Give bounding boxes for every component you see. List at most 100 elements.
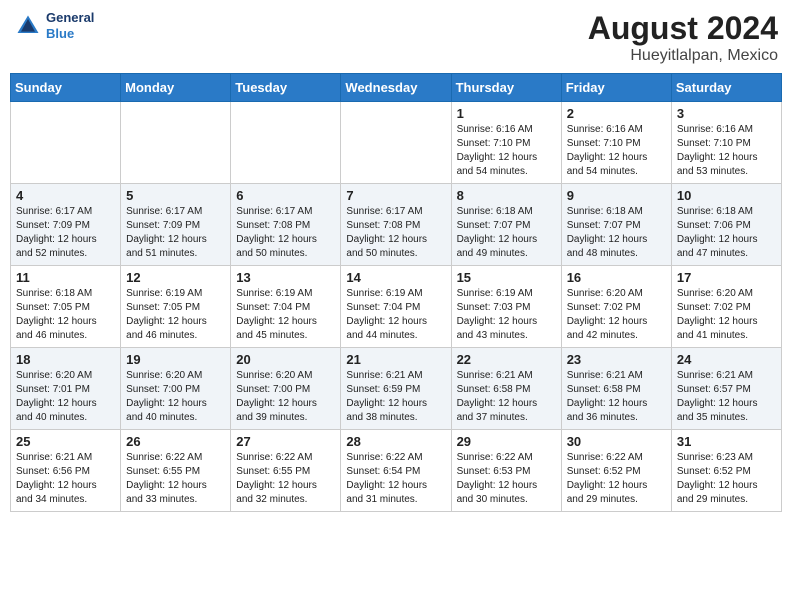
calendar-week-1: 1Sunrise: 6:16 AM Sunset: 7:10 PM Daylig… — [11, 102, 782, 184]
logo-icon — [14, 12, 42, 40]
day-number: 24 — [677, 352, 776, 367]
calendar-cell: 29 Sunrise: 6:22 AM Sunset: 6:53 PM Dayli… — [451, 430, 561, 512]
calendar-cell: 16Sunrise: 6:20 AM Sunset: 7:02 PM Dayli… — [561, 266, 671, 348]
title-block: August 2024 Hueyitlalpan, Mexico — [588, 10, 778, 65]
day-number: 18 — [16, 352, 115, 367]
calendar-cell: 2 Sunrise: 6:16 AM Sunset: 7:10 PM Daylig… — [561, 102, 671, 184]
column-header-thursday: Thursday — [451, 74, 561, 102]
column-header-wednesday: Wednesday — [341, 74, 451, 102]
day-info: Sunrise: 6:20 AM Sunset: 7:02 PM Dayligh… — [567, 287, 666, 343]
calendar-cell: 1Sunrise: 6:16 AM Sunset: 7:10 PM Daylig… — [451, 102, 561, 184]
day-info: Sunrise: 6:17 AM Sunset: 7:08 PM Dayligh… — [236, 205, 335, 261]
calendar-cell: 25Sunrise: 6:21 AM Sunset: 6:56 PM Dayli… — [11, 430, 121, 512]
column-header-sunday: Sunday — [11, 74, 121, 102]
day-number: 12 — [126, 270, 225, 285]
calendar-cell: 17Sunrise: 6:20 AM Sunset: 7:02 PM Dayli… — [671, 266, 781, 348]
calendar-cell: 31 Sunrise: 6:23 AM Sunset: 6:52 PM Dayli… — [671, 430, 781, 512]
day-number: 30 — [567, 434, 666, 449]
calendar-cell — [11, 102, 121, 184]
column-header-friday: Friday — [561, 74, 671, 102]
calendar-cell: 24 Sunrise: 6:21 AM Sunset: 6:57 PM Dayli… — [671, 348, 781, 430]
day-info: Sunrise: 6:21 AM Sunset: 6:59 PM Dayligh… — [346, 369, 445, 425]
calendar-week-5: 25Sunrise: 6:21 AM Sunset: 6:56 PM Dayli… — [11, 430, 782, 512]
column-header-monday: Monday — [121, 74, 231, 102]
day-info: Sunrise: 6:19 AM Sunset: 7:03 PM Dayligh… — [457, 287, 556, 343]
day-info: Sunrise: 6:18 AM Sunset: 7:07 PM Dayligh… — [567, 205, 666, 261]
day-number: 7 — [346, 188, 445, 203]
calendar-cell: 15 Sunrise: 6:19 AM Sunset: 7:03 PM Dayli… — [451, 266, 561, 348]
day-info: Sunrise: 6:22 AM Sunset: 6:55 PM Dayligh… — [126, 451, 225, 507]
day-info: Sunrise: 6:19 AM Sunset: 7:04 PM Dayligh… — [346, 287, 445, 343]
calendar-cell: 10Sunrise: 6:18 AM Sunset: 7:06 PM Dayli… — [671, 184, 781, 266]
day-number: 2 — [567, 106, 666, 121]
day-info: Sunrise: 6:17 AM Sunset: 7:09 PM Dayligh… — [16, 205, 115, 261]
calendar-cell — [341, 102, 451, 184]
day-number: 25 — [16, 434, 115, 449]
calendar-table: SundayMondayTuesdayWednesdayThursdayFrid… — [10, 73, 782, 512]
day-number: 26 — [126, 434, 225, 449]
calendar-cell: 12 Sunrise: 6:19 AM Sunset: 7:05 PM Dayli… — [121, 266, 231, 348]
day-number: 20 — [236, 352, 335, 367]
page-title: August 2024 — [588, 10, 778, 47]
calendar-cell: 26 Sunrise: 6:22 AM Sunset: 6:55 PM Dayli… — [121, 430, 231, 512]
day-number: 11 — [16, 270, 115, 285]
day-info: Sunrise: 6:18 AM Sunset: 7:06 PM Dayligh… — [677, 205, 776, 261]
day-info: Sunrise: 6:22 AM Sunset: 6:55 PM Dayligh… — [236, 451, 335, 507]
calendar-cell: 21 Sunrise: 6:21 AM Sunset: 6:59 PM Dayli… — [341, 348, 451, 430]
day-number: 3 — [677, 106, 776, 121]
day-number: 15 — [457, 270, 556, 285]
day-number: 31 — [677, 434, 776, 449]
day-number: 8 — [457, 188, 556, 203]
day-number: 22 — [457, 352, 556, 367]
column-header-saturday: Saturday — [671, 74, 781, 102]
day-number: 6 — [236, 188, 335, 203]
day-info: Sunrise: 6:20 AM Sunset: 7:01 PM Dayligh… — [16, 369, 115, 425]
calendar-cell: 3 Sunrise: 6:16 AM Sunset: 7:10 PM Daylig… — [671, 102, 781, 184]
day-info: Sunrise: 6:21 AM Sunset: 6:58 PM Dayligh… — [567, 369, 666, 425]
calendar-cell — [121, 102, 231, 184]
day-number: 14 — [346, 270, 445, 285]
day-info: Sunrise: 6:20 AM Sunset: 7:00 PM Dayligh… — [126, 369, 225, 425]
day-info: Sunrise: 6:23 AM Sunset: 6:52 PM Dayligh… — [677, 451, 776, 507]
day-info: Sunrise: 6:16 AM Sunset: 7:10 PM Dayligh… — [457, 123, 556, 179]
calendar-cell: 14 Sunrise: 6:19 AM Sunset: 7:04 PM Dayli… — [341, 266, 451, 348]
day-number: 5 — [126, 188, 225, 203]
day-number: 9 — [567, 188, 666, 203]
day-info: Sunrise: 6:16 AM Sunset: 7:10 PM Dayligh… — [677, 123, 776, 179]
column-header-tuesday: Tuesday — [231, 74, 341, 102]
day-info: Sunrise: 6:20 AM Sunset: 7:00 PM Dayligh… — [236, 369, 335, 425]
day-number: 13 — [236, 270, 335, 285]
calendar-cell: 6 Sunrise: 6:17 AM Sunset: 7:08 PM Daylig… — [231, 184, 341, 266]
day-info: Sunrise: 6:18 AM Sunset: 7:07 PM Dayligh… — [457, 205, 556, 261]
calendar-cell: 11Sunrise: 6:18 AM Sunset: 7:05 PM Dayli… — [11, 266, 121, 348]
calendar-cell: 18 Sunrise: 6:20 AM Sunset: 7:01 PM Dayli… — [11, 348, 121, 430]
calendar-cell: 27 Sunrise: 6:22 AM Sunset: 6:55 PM Dayli… — [231, 430, 341, 512]
calendar-cell: 13 Sunrise: 6:19 AM Sunset: 7:04 PM Dayli… — [231, 266, 341, 348]
day-info: Sunrise: 6:16 AM Sunset: 7:10 PM Dayligh… — [567, 123, 666, 179]
day-info: Sunrise: 6:21 AM Sunset: 6:58 PM Dayligh… — [457, 369, 556, 425]
day-number: 28 — [346, 434, 445, 449]
logo-text: General Blue — [46, 10, 94, 41]
day-number: 21 — [346, 352, 445, 367]
day-number: 27 — [236, 434, 335, 449]
calendar-cell: 20 Sunrise: 6:20 AM Sunset: 7:00 PM Dayli… — [231, 348, 341, 430]
day-info: Sunrise: 6:19 AM Sunset: 7:05 PM Dayligh… — [126, 287, 225, 343]
day-info: Sunrise: 6:22 AM Sunset: 6:54 PM Dayligh… — [346, 451, 445, 507]
calendar-header-row: SundayMondayTuesdayWednesdayThursdayFrid… — [11, 74, 782, 102]
logo: General Blue — [14, 10, 94, 41]
day-info: Sunrise: 6:22 AM Sunset: 6:53 PM Dayligh… — [457, 451, 556, 507]
calendar-cell: 7 Sunrise: 6:17 AM Sunset: 7:08 PM Daylig… — [341, 184, 451, 266]
calendar-week-2: 4 Sunrise: 6:17 AM Sunset: 7:09 PM Daylig… — [11, 184, 782, 266]
page-header: General Blue August 2024 Hueyitlalpan, M… — [10, 10, 782, 65]
calendar-cell: 4 Sunrise: 6:17 AM Sunset: 7:09 PM Daylig… — [11, 184, 121, 266]
day-info: Sunrise: 6:17 AM Sunset: 7:08 PM Dayligh… — [346, 205, 445, 261]
day-number: 4 — [16, 188, 115, 203]
day-info: Sunrise: 6:17 AM Sunset: 7:09 PM Dayligh… — [126, 205, 225, 261]
day-info: Sunrise: 6:19 AM Sunset: 7:04 PM Dayligh… — [236, 287, 335, 343]
day-number: 23 — [567, 352, 666, 367]
day-info: Sunrise: 6:21 AM Sunset: 6:57 PM Dayligh… — [677, 369, 776, 425]
calendar-cell: 30Sunrise: 6:22 AM Sunset: 6:52 PM Dayli… — [561, 430, 671, 512]
day-number: 29 — [457, 434, 556, 449]
calendar-week-3: 11Sunrise: 6:18 AM Sunset: 7:05 PM Dayli… — [11, 266, 782, 348]
logo-blue: Blue — [46, 26, 94, 42]
